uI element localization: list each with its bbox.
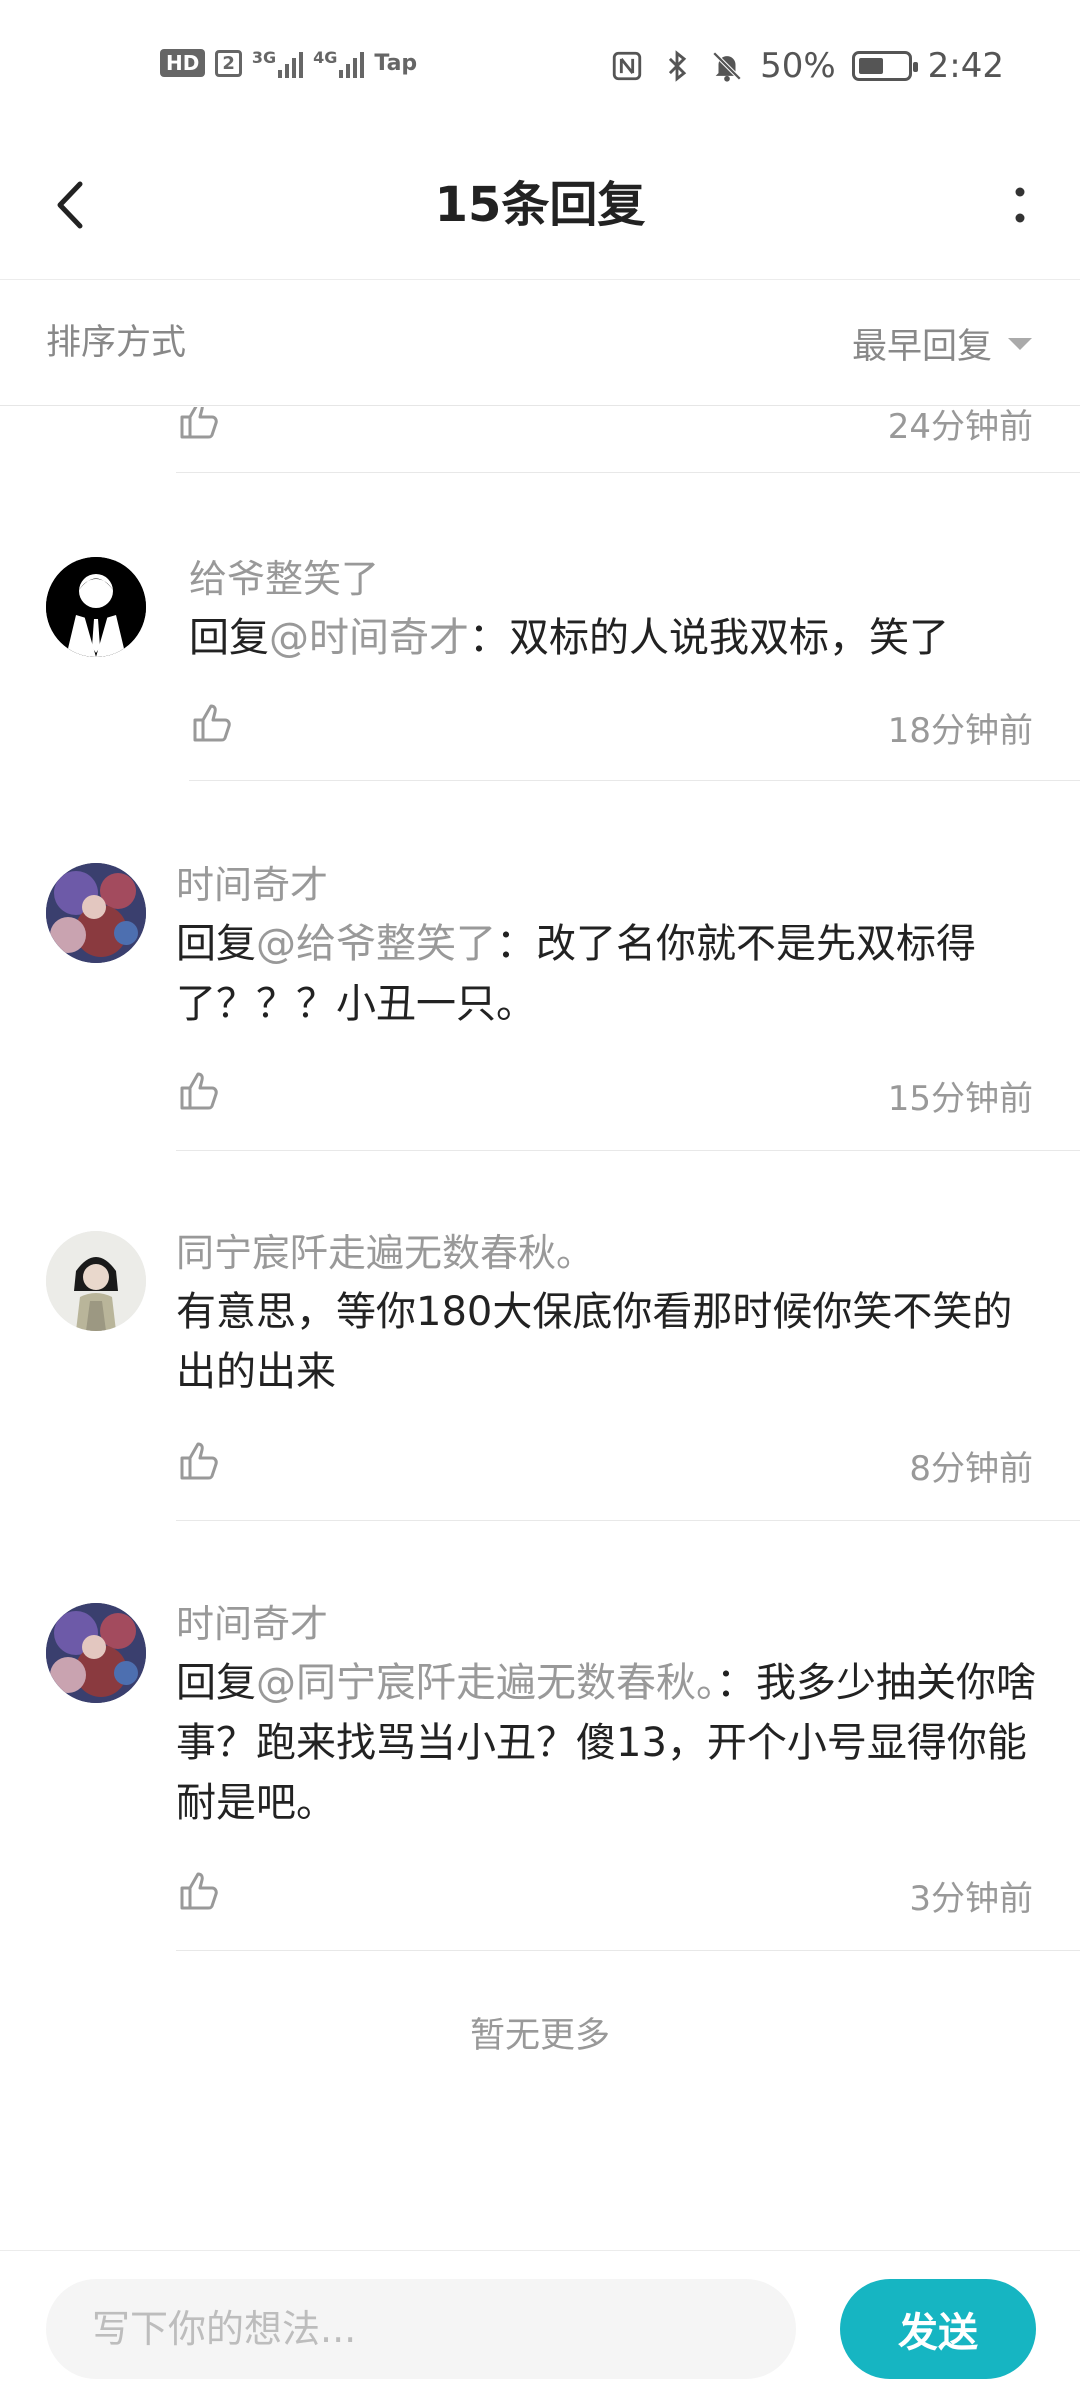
net-type-label: 4G	[313, 48, 338, 67]
reply-item: 时间奇才 回复@给爷整笑了：改了名你就不是先双标得了？？？小丑一只。 15分钟前	[0, 781, 1080, 1151]
battery-icon	[851, 51, 918, 81]
partial-reply-item: 24分钟前	[0, 407, 1080, 473]
sort-value: 最早回复	[851, 327, 992, 367]
tap-icon: Tap	[374, 50, 418, 76]
reply-item: 时间奇才 回复@同宁宸阡走遍无数春秋。：我多少抽关你啥事？跑来找骂当小丑？傻13…	[0, 1521, 1080, 1951]
hd-num-badge: 2	[215, 49, 242, 77]
reply-content: 回复@给爷整笑了：改了名你就不是先双标得了？？？小丑一只。	[176, 914, 1040, 1034]
status-bar: HD 2 3G 4G Tap 50% 2:42	[0, 0, 1080, 130]
reply-content: 有意思，等你180大保底你看那时候你笑不笑的出的出来	[176, 1282, 1040, 1402]
like-icon[interactable]	[189, 698, 237, 746]
comment-composer: 发送	[0, 2250, 1080, 2400]
reply-time: 18分钟前	[887, 711, 1033, 751]
reply-prefix: 回复	[189, 615, 269, 661]
mute-bell-icon	[712, 51, 742, 82]
reply-author[interactable]: 同宁宸阡走遍无数春秋。	[176, 1222, 594, 1277]
send-button[interactable]: 发送	[840, 2279, 1036, 2379]
top-app-bar: 15条回复	[0, 130, 1080, 280]
mention-link[interactable]: @同宁宸阡走遍无数春秋。	[256, 1660, 716, 1706]
game-art-avatar-icon	[46, 863, 146, 963]
girl-photo-avatar-icon	[46, 1231, 146, 1331]
reply-time: 8分钟前	[909, 1449, 1033, 1489]
signal-3g-icon: 3G	[251, 48, 304, 78]
mention-link[interactable]: @时间奇才	[269, 615, 469, 661]
suit-avatar-icon	[46, 557, 146, 657]
reply-content: 回复@同宁宸阡走遍无数春秋。：我多少抽关你啥事？跑来找骂当小丑？傻13，开个小号…	[176, 1653, 1040, 1833]
reply-text: ：双标的人说我双标，笑了	[469, 615, 949, 661]
reply-item: 同宁宸阡走遍无数春秋。 有意思，等你180大保底你看那时候你笑不笑的出的出来 8…	[0, 1151, 1080, 1521]
divider	[176, 1950, 1080, 1951]
avatar[interactable]	[46, 1231, 146, 1331]
reply-prefix: 回复	[176, 1660, 256, 1706]
sort-dropdown[interactable]: 最早回复	[852, 281, 1032, 406]
reply-time: 24分钟前	[887, 407, 1033, 447]
reply-text: 有意思，等你180大保底你看那时候你笑不笑的出的出来	[176, 1289, 1013, 1395]
reply-list: 24分钟前 给爷整笑了 回复@时间奇才：双标的人说我双标，笑了 18分钟前 时间…	[0, 407, 1080, 2250]
reply-time: 15分钟前	[887, 1079, 1033, 1119]
battery-percent: 50%	[760, 46, 836, 86]
avatar[interactable]	[46, 1603, 146, 1703]
reply-content: 回复@时间奇才：双标的人说我双标，笑了	[189, 608, 1040, 668]
reply-item: 给爷整笑了 回复@时间奇才：双标的人说我双标，笑了 18分钟前	[0, 473, 1080, 781]
reply-author[interactable]: 给爷整笑了	[189, 548, 379, 603]
clock: 2:42	[927, 46, 1004, 86]
page-title: 15条回复	[434, 177, 646, 233]
status-right: 50% 2:42	[610, 46, 1004, 86]
bluetooth-icon	[668, 50, 687, 82]
like-icon[interactable]	[176, 1066, 224, 1114]
signal-4g-icon: 4G	[313, 48, 365, 78]
avatar[interactable]	[46, 863, 146, 963]
comment-input[interactable]	[46, 2279, 796, 2379]
reply-author[interactable]: 时间奇才	[176, 1593, 328, 1648]
avatar[interactable]	[46, 557, 146, 657]
game-art-avatar-icon	[46, 1603, 146, 1703]
dropdown-arrow-icon	[1008, 337, 1032, 350]
like-icon[interactable]	[176, 1436, 224, 1484]
like-icon[interactable]	[176, 407, 224, 443]
reply-time: 3分钟前	[909, 1879, 1033, 1919]
like-icon[interactable]	[176, 1866, 224, 1914]
reply-prefix: 回复	[176, 921, 256, 967]
nfc-icon	[612, 51, 642, 81]
no-more-label: 暂无更多	[469, 2016, 610, 2056]
status-left: HD 2 3G 4G Tap	[160, 48, 417, 78]
sort-bar: 排序方式 最早回复	[0, 281, 1080, 406]
reply-author[interactable]: 时间奇才	[176, 854, 328, 909]
hd-badge: HD	[160, 49, 206, 77]
net-type-label: 3G	[251, 48, 277, 67]
mention-link[interactable]: @给爷整笑了	[256, 921, 496, 967]
sort-label: 排序方式	[46, 323, 187, 363]
more-options-icon[interactable]	[990, 168, 1050, 242]
